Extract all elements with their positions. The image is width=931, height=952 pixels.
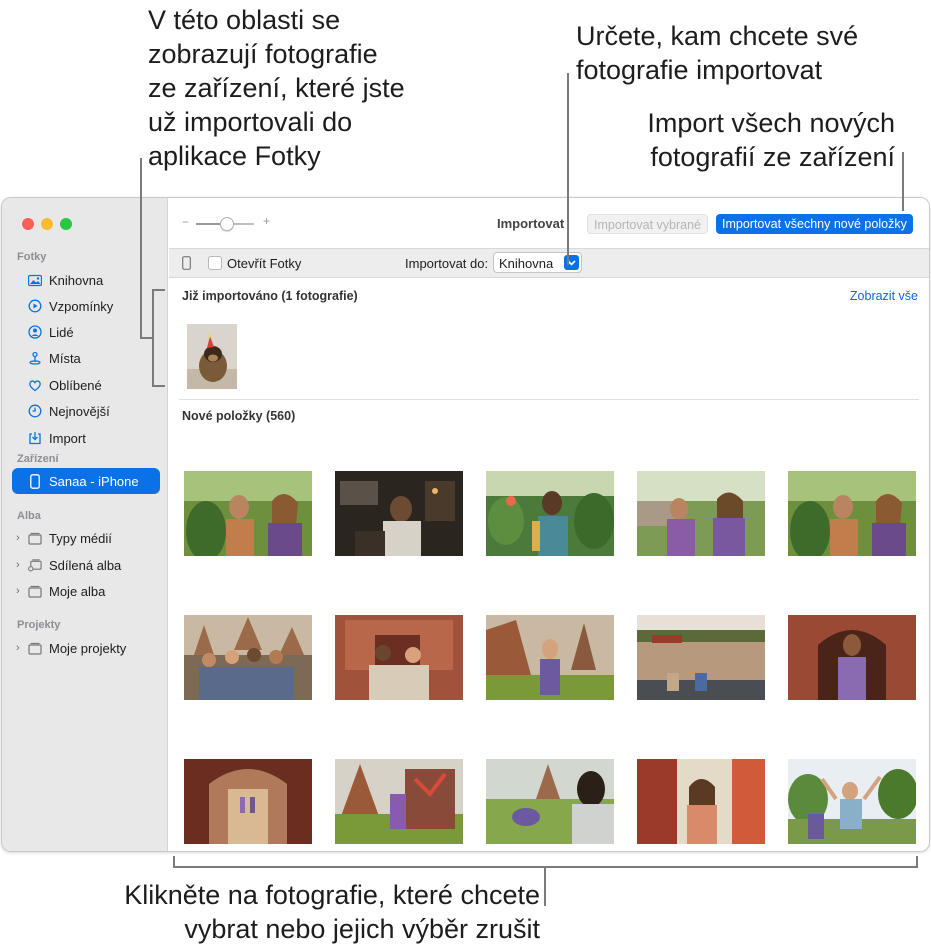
new-photo-thumbnail[interactable] xyxy=(335,471,463,556)
section-label-zarizeni: Zařízení xyxy=(17,453,59,465)
zoom-in-icon[interactable]: + xyxy=(263,214,270,228)
sidebar-item-label: Sanaa - iPhone xyxy=(49,473,139,489)
sidebar-item-label: Místa xyxy=(49,350,81,366)
sidebar-item-people[interactable]: Lidé xyxy=(12,319,160,345)
folder-icon xyxy=(28,641,42,655)
chevron-right-icon[interactable]: › xyxy=(16,642,20,654)
sidebar-item-my-albums[interactable]: › Moje alba xyxy=(12,578,160,604)
import-icon xyxy=(28,431,42,445)
heart-icon xyxy=(28,378,42,392)
sidebar-item-recent[interactable]: Nejnovější xyxy=(12,398,160,424)
sidebar-item-memories[interactable]: Vzpomínky xyxy=(12,293,160,319)
sidebar-item-favorites[interactable]: Oblíbené xyxy=(12,372,160,398)
chevron-right-icon[interactable]: › xyxy=(16,559,20,571)
toolbar-title: Importovat xyxy=(497,216,565,231)
sidebar-item-shared-albums[interactable]: › Sdílená alba xyxy=(12,552,160,578)
new-photo-thumbnail[interactable] xyxy=(486,471,614,556)
iphone-icon xyxy=(28,473,42,489)
open-photos-checkbox[interactable] xyxy=(208,256,222,270)
toolbar: − + Importovat Importovat vybrané Import… xyxy=(169,198,929,248)
new-photo-thumbnail[interactable] xyxy=(335,759,463,844)
leader-line xyxy=(544,866,546,906)
sidebar-item-library[interactable]: Knihovna xyxy=(12,267,160,293)
sidebar-item-label: Nejnovější xyxy=(49,403,110,419)
folder-icon xyxy=(28,584,42,598)
leader-line xyxy=(902,152,904,211)
import-to-label: Importovat do: xyxy=(405,256,489,271)
leader-line xyxy=(152,289,154,387)
close-window-button[interactable] xyxy=(22,218,34,230)
iphone-icon xyxy=(182,256,191,273)
sidebar-item-label: Vzpomínky xyxy=(49,298,114,314)
leader-line xyxy=(916,856,918,868)
show-all-link[interactable]: Zobrazit vše xyxy=(850,289,918,303)
sidebar-item-label: Lidé xyxy=(49,324,74,340)
sidebar-item-label: Moje projekty xyxy=(49,640,127,656)
sidebar-item-places[interactable]: Místa xyxy=(12,345,160,371)
shared-album-icon xyxy=(28,558,42,572)
import-options-bar: Otevřít Fotky Importovat do: Knihovna xyxy=(169,248,929,278)
new-photo-thumbnail[interactable] xyxy=(788,615,916,700)
minimize-window-button[interactable] xyxy=(41,218,53,230)
new-photo-thumbnail[interactable] xyxy=(637,471,765,556)
new-photo-thumbnail[interactable] xyxy=(788,759,916,844)
new-photo-thumbnail[interactable] xyxy=(486,615,614,700)
sidebar-item-label: Oblíbené xyxy=(49,377,102,393)
clock-icon xyxy=(28,404,42,418)
sidebar-item-media-types[interactable]: › Typy médií xyxy=(12,525,160,551)
new-photo-thumbnail[interactable] xyxy=(184,615,312,700)
sidebar-item-label: Moje alba xyxy=(49,583,106,599)
places-pin-icon xyxy=(28,351,42,365)
leader-line xyxy=(140,158,142,338)
new-photo-thumbnail[interactable] xyxy=(788,471,916,556)
sidebar-item-label: Sdílená alba xyxy=(49,557,122,573)
memories-icon xyxy=(28,299,42,313)
new-photo-thumbnail[interactable] xyxy=(486,759,614,844)
section-divider xyxy=(179,399,919,400)
folder-icon xyxy=(28,531,42,545)
callout-select-photos: Klikněte na fotografie, které chcete vyb… xyxy=(124,880,540,944)
sidebar-item-import[interactable]: Import xyxy=(12,425,160,451)
section-label-fotky: Fotky xyxy=(17,251,47,263)
new-photo-thumbnail[interactable] xyxy=(184,759,312,844)
new-photo-thumbnail[interactable] xyxy=(637,759,765,844)
sidebar-item-my-projects[interactable]: › Moje projekty xyxy=(12,635,160,661)
photo-library-icon xyxy=(28,273,42,287)
new-photo-thumbnail[interactable] xyxy=(637,615,765,700)
section-label-alba: Alba xyxy=(17,510,41,522)
callout-destination: Určete, kam chcete své fotografie import… xyxy=(576,21,859,85)
zoom-slider-knob[interactable] xyxy=(220,217,235,231)
zoom-window-button[interactable] xyxy=(60,218,72,230)
callout-imported-area: V této oblasti se zobrazují fotografie z… xyxy=(148,5,405,171)
sidebar-item-device-iphone[interactable]: Sanaa - iPhone xyxy=(12,468,160,494)
sidebar-item-label: Knihovna xyxy=(49,272,104,288)
sidebar: Fotky Knihovna Vzpomínky Lidé Místa Oblí… xyxy=(2,198,168,851)
section-label-projekty: Projekty xyxy=(17,619,61,631)
chevron-right-icon[interactable]: › xyxy=(16,532,20,544)
people-icon xyxy=(28,325,42,339)
leader-line xyxy=(152,385,165,387)
zoom-out-icon[interactable]: − xyxy=(182,215,189,229)
import-all-new-button[interactable]: Importovat všechny nové položky xyxy=(716,214,913,234)
callout-import-all: Import všech nových fotografií ze zaříze… xyxy=(647,108,895,172)
zoom-slider[interactable] xyxy=(196,217,254,231)
new-photo-thumbnail[interactable] xyxy=(335,615,463,700)
main-content: − + Importovat Importovat vybrané Import… xyxy=(169,198,929,851)
import-selected-button[interactable]: Importovat vybrané xyxy=(587,214,708,234)
sidebar-item-label: Typy médií xyxy=(49,530,112,546)
leader-line xyxy=(173,856,175,868)
already-imported-title: Již importováno (1 fotografie) xyxy=(182,289,358,303)
open-photos-label: Otevřít Fotky xyxy=(227,256,302,271)
leader-line xyxy=(152,289,165,291)
new-photo-thumbnail[interactable] xyxy=(184,471,312,556)
imported-photo-thumbnail[interactable] xyxy=(187,324,237,389)
leader-line xyxy=(567,73,569,265)
import-destination-value: Knihovna xyxy=(499,256,554,271)
chevron-right-icon[interactable]: › xyxy=(16,585,20,597)
sidebar-item-label: Import xyxy=(49,430,86,446)
new-items-title: Nové položky (560) xyxy=(182,409,296,423)
